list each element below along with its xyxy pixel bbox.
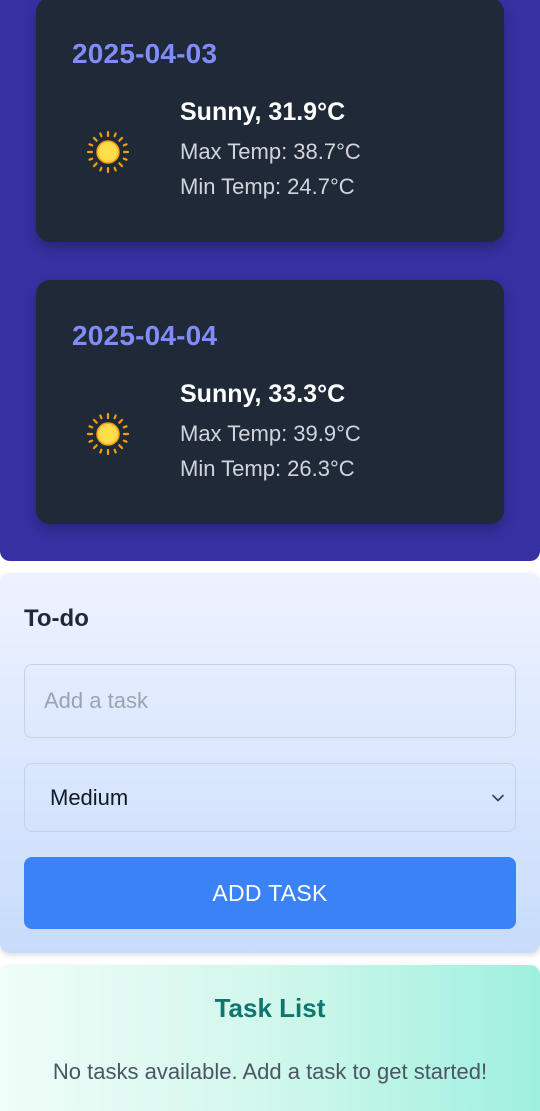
forecast-condition: Sunny, 33.3°C bbox=[180, 380, 346, 408]
forecast-condition: Sunny, 31.9°C bbox=[180, 98, 346, 126]
forecast-max-temp: Max Temp: 38.7°C bbox=[180, 139, 361, 164]
add-task-button[interactable]: ADD TASK bbox=[24, 857, 516, 929]
forecast-min-temp: Min Temp: 26.3°C bbox=[180, 456, 355, 481]
weather-forecast-panel: 2025-04-03 Sunny, 31.9°C Max Temp: 38.7°… bbox=[0, 0, 540, 561]
todo-panel: To-do Medium ADD TASK bbox=[0, 573, 540, 953]
priority-select[interactable]: Medium bbox=[24, 763, 516, 832]
forecast-min-temp: Min Temp: 24.7°C bbox=[180, 174, 355, 199]
task-list-panel: Task List No tasks available. Add a task… bbox=[0, 965, 540, 1111]
todo-title: To-do bbox=[24, 605, 89, 632]
forecast-card: 2025-04-04 Sunny, 33.3°C Max Temp: 39.9°… bbox=[36, 280, 504, 524]
task-input[interactable] bbox=[24, 664, 516, 738]
forecast-date: 2025-04-03 bbox=[72, 38, 218, 69]
sun-icon bbox=[86, 130, 130, 174]
forecast-card: 2025-04-03 Sunny, 31.9°C Max Temp: 38.7°… bbox=[36, 0, 504, 242]
task-list-title: Task List bbox=[214, 993, 326, 1023]
chevron-down-icon bbox=[492, 794, 504, 802]
priority-selected-value: Medium bbox=[50, 785, 129, 810]
empty-task-message: No tasks available. Add a task to get st… bbox=[52, 1059, 488, 1084]
sun-icon bbox=[86, 412, 130, 456]
forecast-date: 2025-04-04 bbox=[72, 320, 218, 351]
forecast-max-temp: Max Temp: 39.9°C bbox=[180, 421, 361, 446]
app-page: 2025-04-03 Sunny, 31.9°C Max Temp: 38.7°… bbox=[0, 0, 540, 1111]
